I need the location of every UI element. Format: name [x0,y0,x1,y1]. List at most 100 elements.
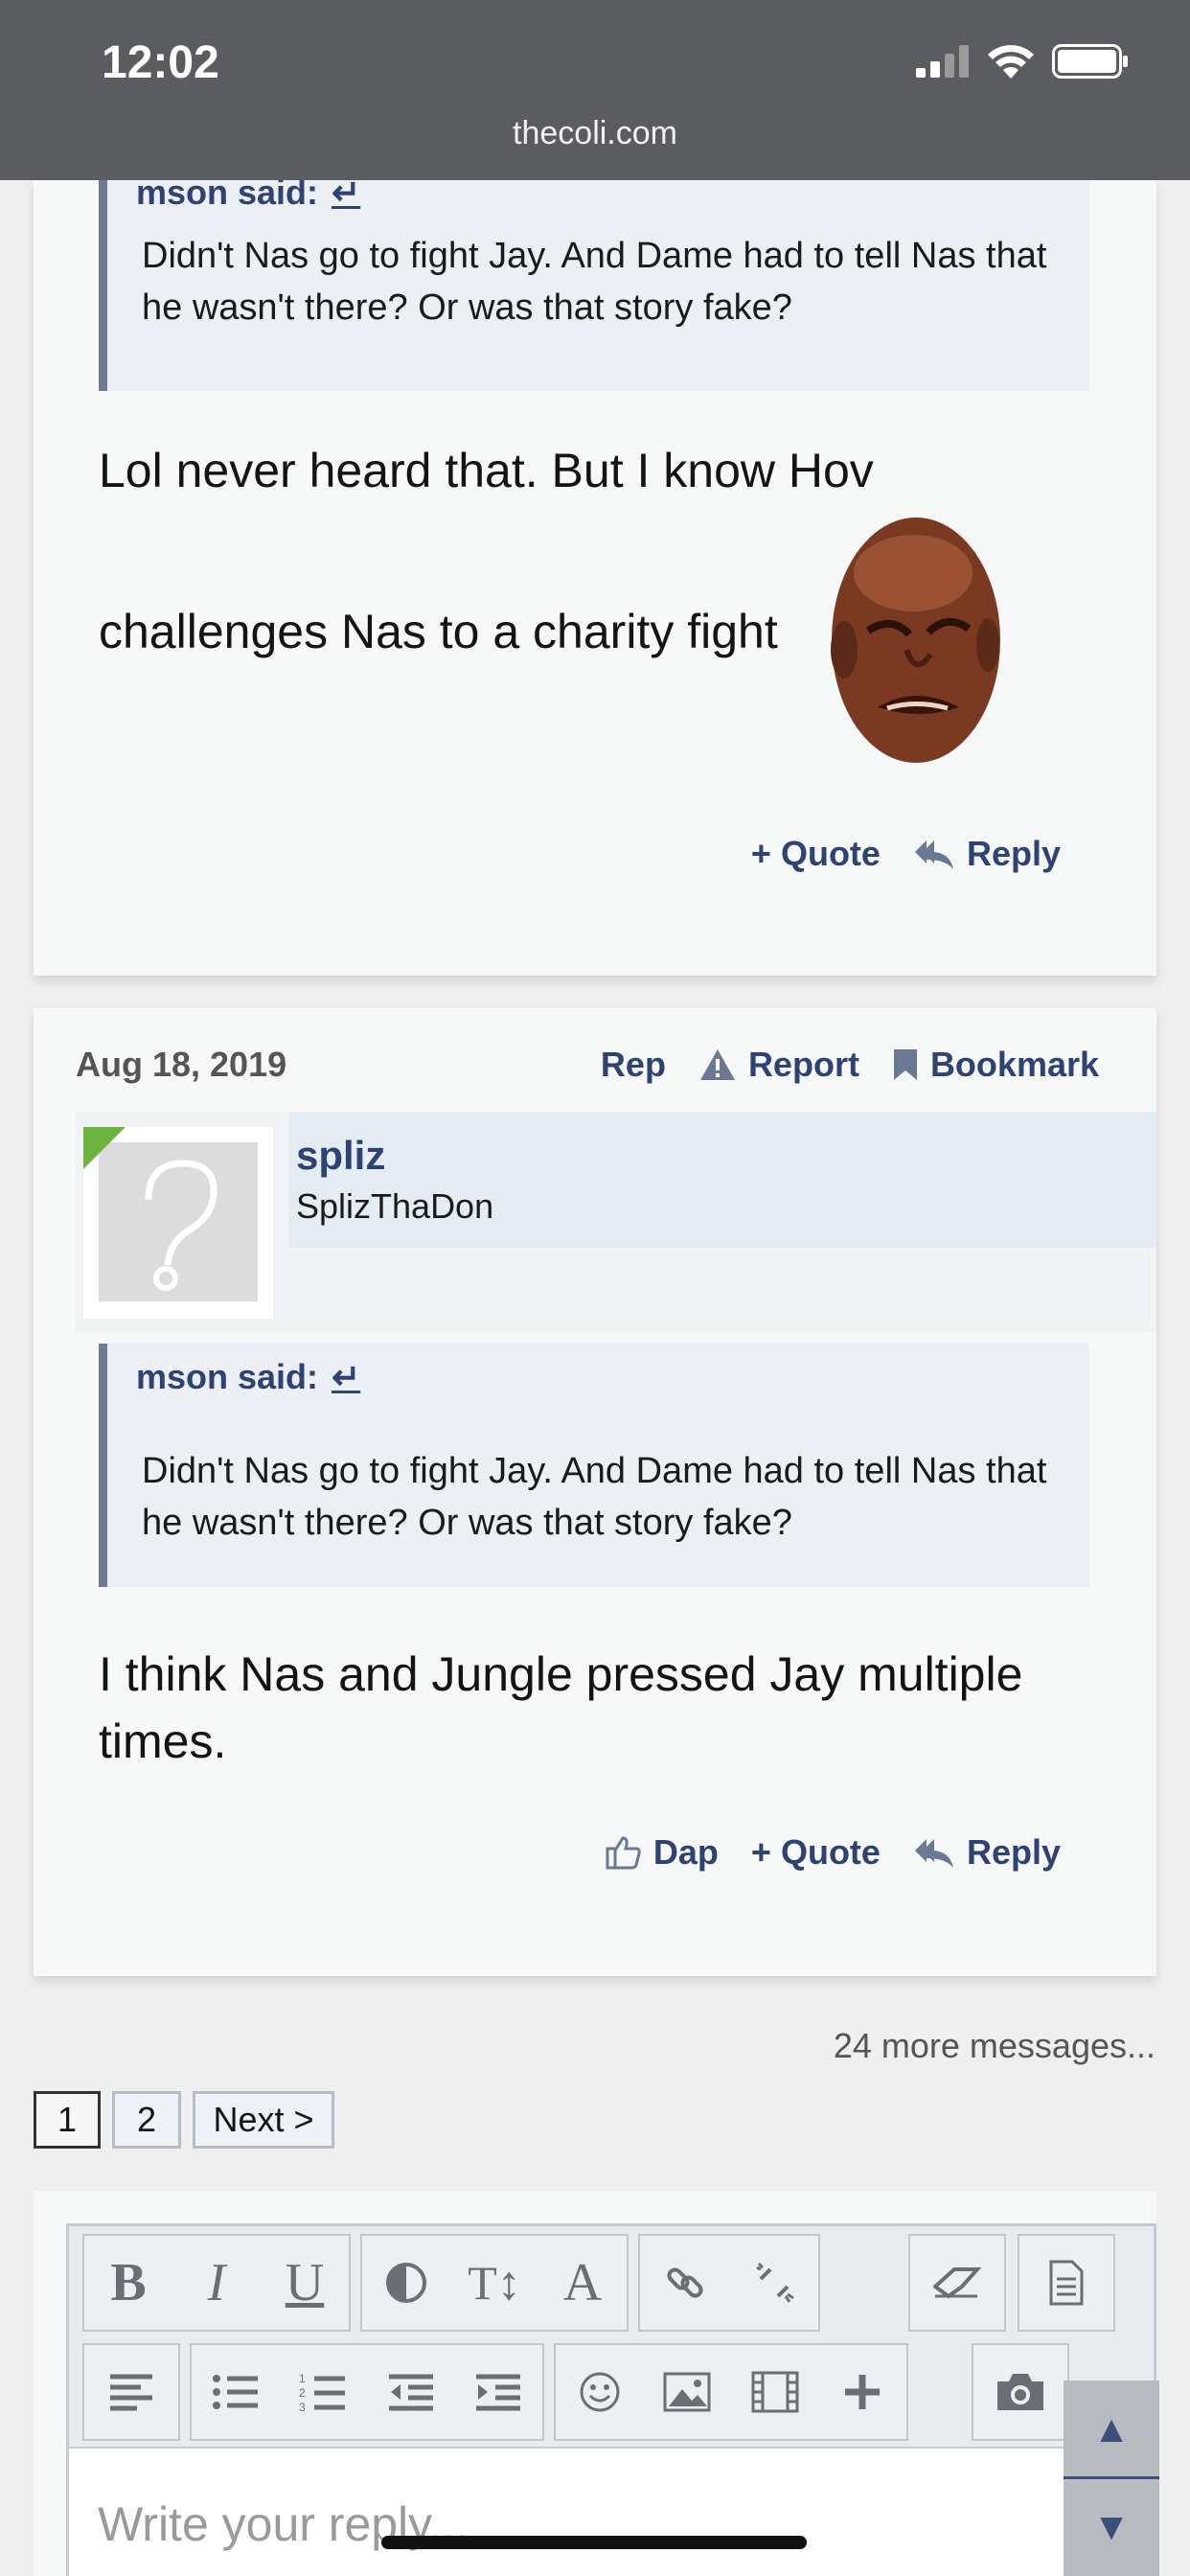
attach-photo-button[interactable] [983,2355,1058,2429]
toolbar-group-format: B I U [82,2234,351,2332]
font-color-button[interactable]: A [545,2245,620,2320]
post-card: Aug 18, 2019 Rep Report Bookmark spliz S… [34,1008,1156,1976]
reply-button[interactable]: Reply [913,834,1061,874]
quote-text: Didn't Nas go to fight Jay. And Dame had… [142,1451,1047,1543]
toolbar-group-lists: 123 [190,2343,544,2441]
reply-editor-card: B I U T↕ A 1 2 3 Write your reply... [34,2191,1156,2576]
rich-text-editor: B I U T↕ A 1 2 3 Write your reply... [66,2223,1156,2576]
home-indicator[interactable] [381,2536,807,2549]
post-card: mson said: ↵ Didn't Nas go to fight Jay.… [34,161,1156,976]
film-icon [751,2371,799,2413]
eraser-icon [933,2267,981,2299]
reply-button[interactable]: Reply [913,1832,1061,1873]
bold-button[interactable]: B [91,2245,166,2320]
reply-icon [914,840,953,869]
toolbar-group-clear [908,2234,1006,2332]
scroll-up-button[interactable]: ▲ [1092,2408,1131,2451]
text-size-button[interactable]: T↕ [457,2245,532,2320]
insert-media-button[interactable] [738,2355,812,2429]
pagination: 1 2 Next > [34,2091,334,2149]
post-meta: Aug 18, 2019 Rep Report Bookmark [76,1045,1099,1085]
user-info: spliz SplizThaDon [76,1112,1156,1332]
camera-icon [997,2374,1043,2410]
rep-button[interactable]: Rep [601,1045,666,1085]
quote-block: mson said: ↵ Didn't Nas go to fight Jay.… [99,1344,1089,1587]
emoji-button[interactable] [562,2355,637,2429]
battery-icon [1052,44,1128,79]
user-title: SplizThaDon [296,1186,494,1226]
unlink-button[interactable] [737,2245,812,2320]
svg-text:2: 2 [299,2386,306,2400]
quote-button[interactable]: + Quote [751,1832,881,1873]
source-button[interactable] [1029,2245,1104,2320]
insert-more-button[interactable] [825,2355,900,2429]
crying-jordan-emoji [831,518,1000,763]
image-icon [663,2372,711,2412]
quote-button[interactable]: + Quote [751,834,881,874]
user-band: spliz SplizThaDon [288,1112,1156,1248]
italic-button[interactable]: I [179,2245,254,2320]
toolbar-group-link [638,2234,820,2332]
post-actions: Dap + Quote Reply [606,1832,1061,1873]
quote-block: mson said: ↵ Didn't Nas go to fight Jay.… [99,161,1089,391]
more-messages-link[interactable]: 24 more messages... [834,2026,1156,2066]
username[interactable]: spliz [296,1133,385,1179]
post-meta-links: Rep Report Bookmark [601,1045,1099,1085]
toolbar-group-style: T↕ A [360,2234,629,2332]
bookmark-icon [893,1049,917,1080]
report-label: Report [747,1045,859,1084]
insert-image-button[interactable] [650,2355,724,2429]
numbered-list-icon: 123 [299,2372,346,2413]
quote-author-label: mson said: [136,1357,319,1396]
document-icon [1049,2260,1084,2306]
post-text-line: Lol never heard that. But I know Hov [99,444,874,497]
scroll-separator [1064,2476,1159,2479]
warning-icon [699,1049,735,1080]
post-text: I think Nas and Jungle pressed Jay multi… [99,1647,1023,1768]
url-bar[interactable]: thecoli.com [0,115,1190,152]
online-indicator [83,1127,126,1169]
numbered-list-button[interactable]: 123 [286,2355,360,2429]
scroll-down-button[interactable]: ▼ [1092,2506,1131,2549]
post-actions: + Quote Reply [751,834,1061,874]
dap-label: Dap [652,1832,719,1872]
outdent-button[interactable] [374,2355,448,2429]
wifi-icon [988,45,1034,79]
remove-formatting-button[interactable] [920,2245,995,2320]
dap-button[interactable]: Dap [606,1832,719,1873]
toolbar-group-insert [554,2343,908,2441]
bookmark-label: Bookmark [929,1045,1099,1084]
bullet-list-icon [212,2375,258,2409]
align-button[interactable] [94,2355,169,2429]
indent-button[interactable] [461,2355,536,2429]
outdent-icon [388,2374,433,2411]
status-time: 12:02 [102,37,219,88]
contrast-button[interactable] [369,2245,444,2320]
post-date[interactable]: Aug 18, 2019 [76,1045,286,1085]
reply-input[interactable]: Write your reply... [69,2447,1154,2576]
bullet-list-button[interactable] [198,2355,273,2429]
status-bar: 12:02 thecoli.com [0,0,1190,180]
quote-author[interactable]: mson said: ↵ [136,1357,360,1397]
avatar[interactable] [83,1127,273,1319]
plus-icon [845,2375,881,2409]
status-icons [916,44,1129,79]
signal-icon [916,45,969,78]
link-button[interactable] [648,2245,722,2320]
contrast-icon [386,2263,426,2303]
link-icon [666,2267,703,2298]
post-text-line: challenges Nas to a charity fight [99,605,778,658]
indent-icon [476,2374,521,2411]
reply-label: Reply [966,834,1061,873]
page-1-button[interactable]: 1 [34,2091,101,2149]
underline-button[interactable]: U [267,2245,342,2320]
bookmark-button[interactable]: Bookmark [892,1045,1099,1085]
jump-to-quote-icon[interactable]: ↵ [332,1357,360,1396]
quote-text: Didn't Nas go to fight Jay. And Dame had… [142,236,1047,328]
scroll-controls: ▲ ▼ [1064,2380,1159,2576]
next-page-button[interactable]: Next > [193,2091,334,2149]
report-button[interactable]: Report [698,1045,859,1085]
toolbar-group-align [82,2343,180,2441]
page-2-button[interactable]: 2 [112,2091,181,2149]
toolbar-group-source [1018,2234,1115,2332]
